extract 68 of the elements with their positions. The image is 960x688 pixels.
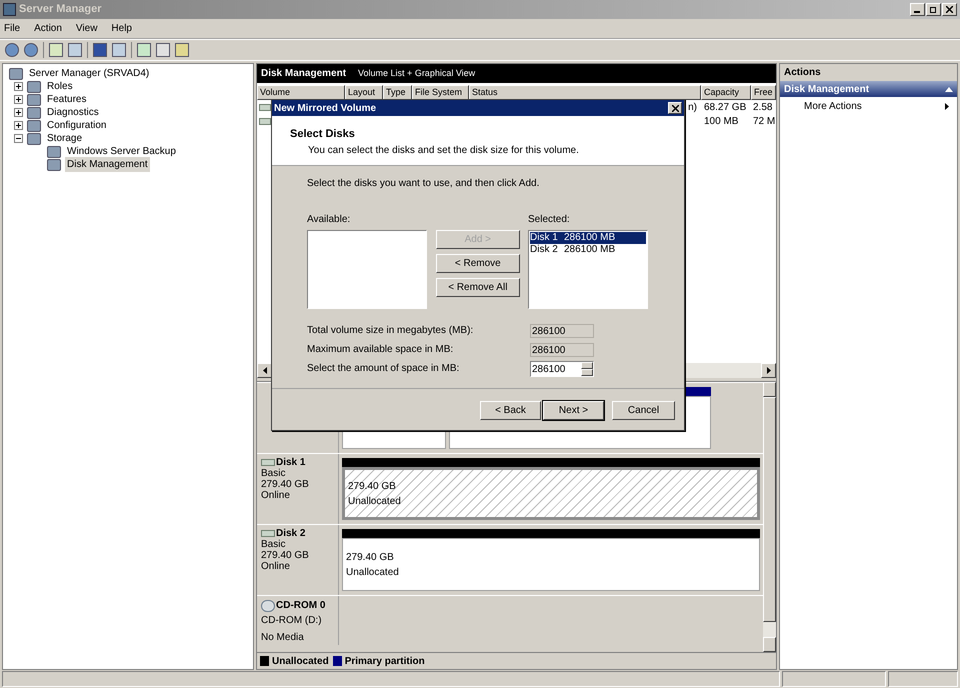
available-label: Available: xyxy=(307,213,352,227)
partition-box[interactable]: 279.40 GB Unallocated xyxy=(342,538,760,591)
disk-list-item[interactable]: Disk 1 286100 MB xyxy=(530,232,646,244)
table-cell-text: n) xyxy=(688,100,698,114)
table-cell-text: 72 M xyxy=(752,114,776,128)
field-label: Total volume size in megabytes (MB): xyxy=(307,324,474,338)
column-header[interactable]: Free xyxy=(751,85,776,100)
tree-item[interactable]: Roles xyxy=(45,79,75,94)
column-header[interactable]: Capacity xyxy=(701,85,751,100)
readonly-field: 286100 xyxy=(530,342,594,356)
tree-item[interactable]: Windows Server Backup xyxy=(65,144,178,159)
disk-size: 279.40 GB xyxy=(261,479,310,490)
table-cell-text: 100 MB xyxy=(703,114,740,128)
legend-label: Primary partition xyxy=(344,654,425,668)
disk-type: Basic xyxy=(261,468,286,479)
tree-item[interactable]: Server Manager (SRVAD4) xyxy=(27,66,152,81)
tree-item[interactable]: Features xyxy=(45,92,88,107)
legend-label: Unallocated xyxy=(272,654,329,668)
menu-item[interactable]: File xyxy=(3,21,22,36)
actions-section[interactable]: Disk Management xyxy=(780,81,957,97)
disk-name: Disk 1 xyxy=(276,457,306,468)
partition-size: 279.40 GB xyxy=(346,550,395,564)
partition-label: Unallocated xyxy=(348,494,402,508)
field-label: Maximum available space in MB: xyxy=(307,343,454,357)
tree-item[interactable]: Diagnostics xyxy=(45,105,101,120)
menu-item[interactable]: Action xyxy=(33,21,63,36)
menu-item[interactable]: View xyxy=(74,21,98,36)
disk-status: Online xyxy=(261,490,291,501)
disk-label: Disk 2 xyxy=(530,244,559,256)
disk-name: CD-ROM 0 xyxy=(276,599,326,613)
spin-field[interactable]: 286100 xyxy=(530,360,594,376)
dialog-button[interactable]: Next > xyxy=(543,401,604,420)
partition-label: Unallocated xyxy=(346,566,400,580)
actions-title: Actions xyxy=(784,66,821,80)
tree-item[interactable]: Disk Management xyxy=(65,157,150,172)
dialog-button[interactable]: < Remove All xyxy=(436,278,520,297)
table-cell-text: 68.27 GB xyxy=(703,100,748,114)
tree-item[interactable]: Storage xyxy=(45,131,84,146)
disk-capacity: 286100 MB xyxy=(564,244,616,256)
action-item[interactable]: More Actions xyxy=(780,97,957,115)
table-cell-text: 2.58 xyxy=(752,100,774,114)
dialog-button[interactable]: < Remove xyxy=(436,254,520,273)
partition-box[interactable]: 279.40 GB Unallocated xyxy=(342,467,760,520)
selected-list[interactable]: Disk 1 286100 MB Disk 2 286100 MB xyxy=(528,230,648,309)
disk-status: Online xyxy=(261,561,291,572)
dialog-button[interactable]: < Back xyxy=(480,401,541,420)
header-view: Volume List + Graphical View xyxy=(358,66,476,80)
field-label: Select the amount of space in MB: xyxy=(307,362,460,376)
window-title: Server Manager xyxy=(19,2,102,18)
disk-list-item[interactable]: Disk 2 286100 MB xyxy=(530,244,646,256)
dialog-button[interactable]: Cancel xyxy=(612,401,675,420)
readonly-field: 286100 xyxy=(530,324,594,338)
dialog-heading: Select Disks xyxy=(290,127,356,142)
disk-status: No Media xyxy=(261,631,305,645)
dialog-subheading: You can select the disks and set the disk size for this volume. xyxy=(307,144,580,158)
tree-item[interactable]: Configuration xyxy=(45,118,108,133)
partition-size: 279.40 GB xyxy=(348,480,397,494)
dialog-title: New Mirrored Volume xyxy=(274,102,376,116)
selected-label: Selected: xyxy=(528,213,571,227)
disk-name: Disk 2 xyxy=(276,528,306,539)
disk-type: CD-ROM (D:) xyxy=(261,614,323,628)
menu-item[interactable]: Help xyxy=(110,21,133,36)
header-title: Disk Management xyxy=(261,67,346,81)
disk-type: Basic xyxy=(261,539,286,550)
disk-size: 279.40 GB xyxy=(261,550,310,561)
disk-capacity: 286100 MB xyxy=(564,232,616,244)
instruction-text: Select the disks you want to use, and then click Add. xyxy=(307,177,540,191)
disk-label: Disk 1 xyxy=(530,232,559,244)
